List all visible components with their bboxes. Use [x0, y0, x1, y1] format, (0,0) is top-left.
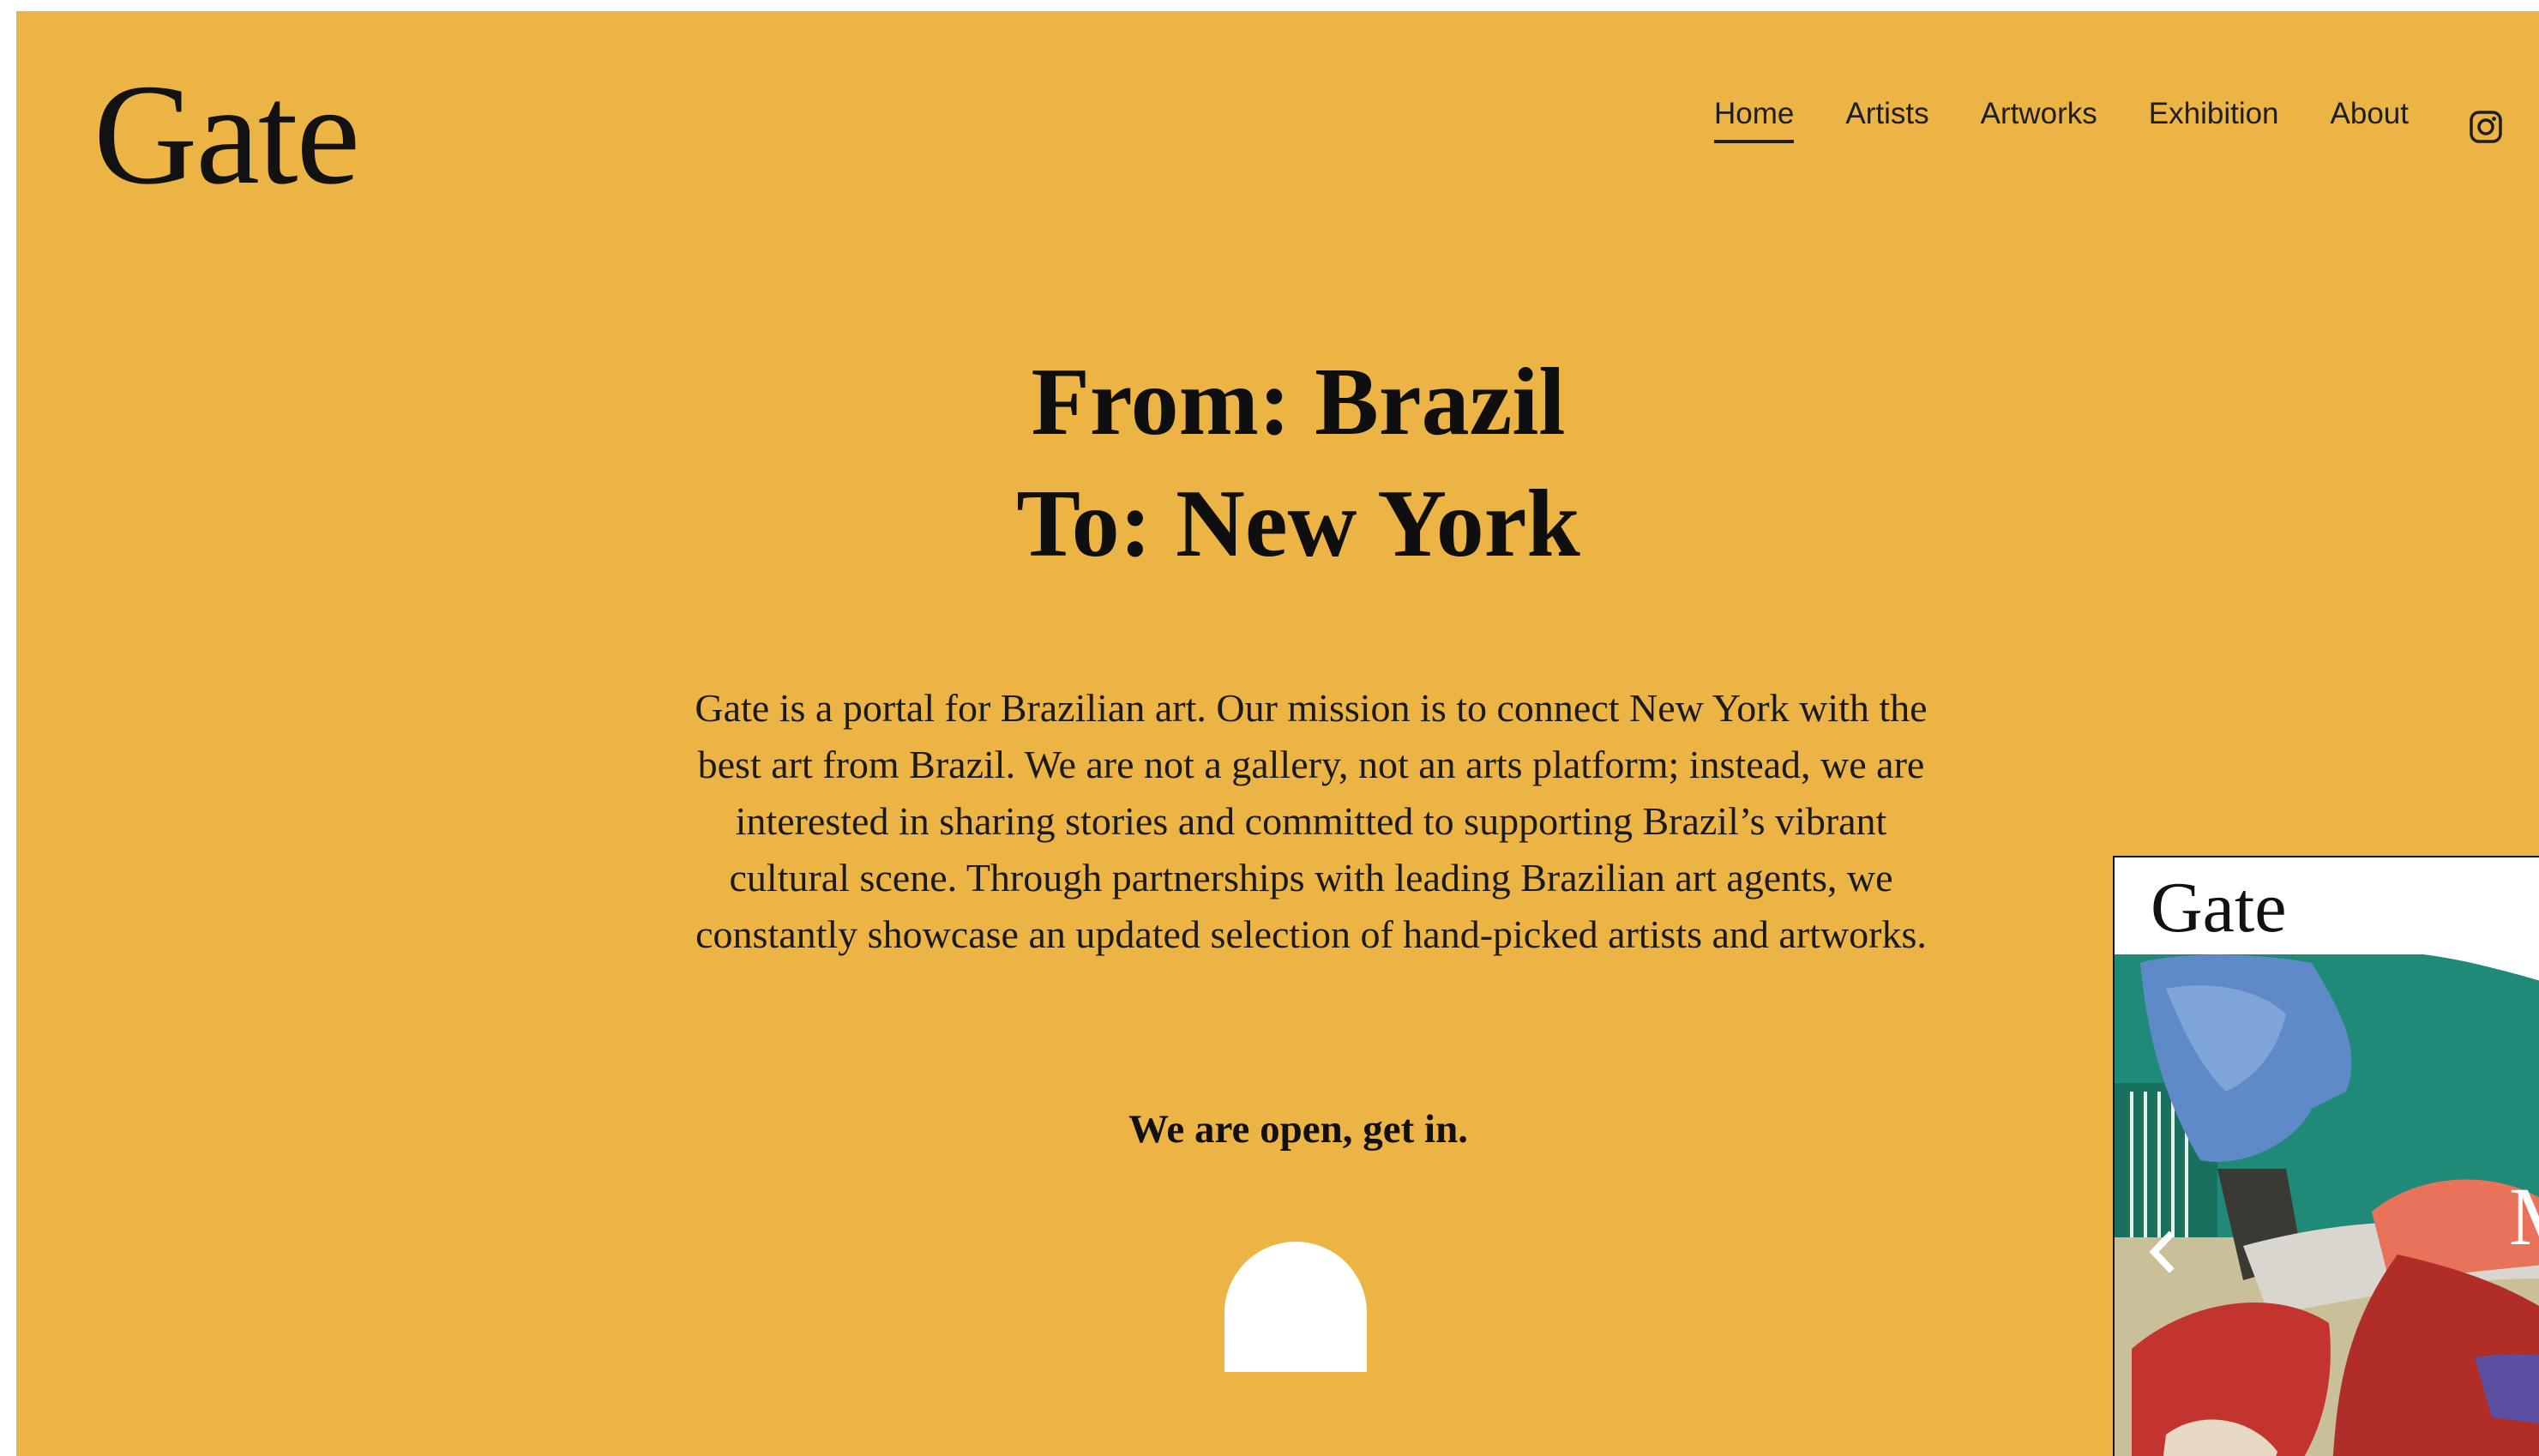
- gate-arch-graphic[interactable]: [1224, 1242, 1367, 1372]
- hero-heading: From: Brazil To: New York: [16, 341, 2539, 585]
- hero-line-from: From: Brazil: [1031, 349, 1566, 455]
- nav-home[interactable]: Home: [1714, 97, 1795, 143]
- main-nav: Home Artists Artworks Exhibition About: [1714, 97, 2409, 143]
- artwork-image[interactable]: M: [2115, 954, 2539, 1456]
- nav-artworks[interactable]: Artworks: [1981, 97, 2097, 143]
- nav-artists[interactable]: Artists: [1845, 97, 1928, 143]
- artwork-overlay-letter: M: [2509, 1169, 2539, 1264]
- chevron-left-icon[interactable]: [2147, 1230, 2176, 1273]
- hero-line-to: To: New York: [1016, 471, 1580, 577]
- artwork-popup[interactable]: Gate: [2113, 856, 2539, 1456]
- mission-description: Gate is a portal for Brazilian art. Our …: [695, 686, 1928, 956]
- page-background: Gate Home Artists Artworks Exhibition Ab…: [16, 11, 2539, 1456]
- popup-logo: Gate: [2151, 868, 2287, 948]
- instagram-icon[interactable]: [2469, 110, 2503, 144]
- artwork-painting: [2115, 954, 2539, 1456]
- site-logo[interactable]: Gate: [93, 63, 360, 207]
- nav-exhibition[interactable]: Exhibition: [2149, 97, 2279, 143]
- nav-about[interactable]: About: [2331, 97, 2409, 143]
